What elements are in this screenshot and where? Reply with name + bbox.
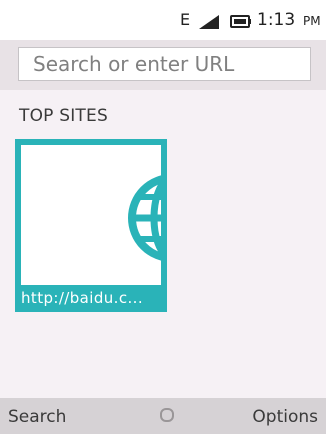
softkey-options[interactable]: Options [252,407,318,427]
globe-icon [128,175,161,261]
tile-thumbnail [21,145,161,285]
softkey-bar: Search Options [0,398,326,434]
url-bar: Search or enter URL [0,40,326,90]
softkey-search[interactable]: Search [8,407,66,427]
signal-icon [199,15,219,29]
network-type: E [180,10,191,29]
status-time: 1:13 [257,10,296,30]
tile-label: http://baidu.c... [21,289,143,307]
search-input[interactable]: Search or enter URL [18,47,311,81]
battery-icon [230,15,251,28]
status-bar: E 1:13 PM [0,0,326,40]
circle-icon[interactable] [159,407,175,423]
top-sites-heading: TOP SITES [19,106,108,126]
top-site-tile[interactable]: http://baidu.c... [15,139,167,312]
status-ampm: PM [303,14,321,28]
